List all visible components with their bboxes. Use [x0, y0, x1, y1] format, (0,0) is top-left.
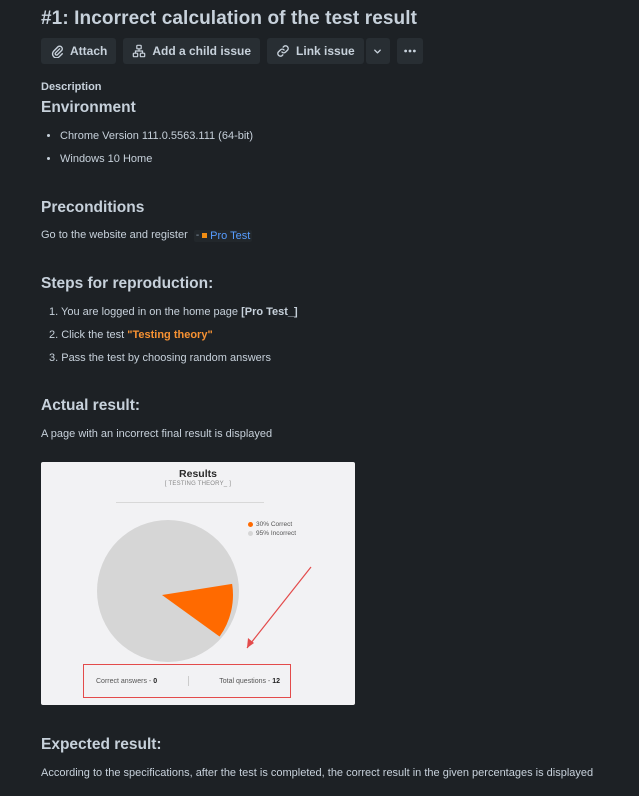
step-text: 2. Click the test	[49, 329, 128, 341]
list-item: 2. Click the test "Testing theory"	[49, 327, 298, 350]
more-actions-button[interactable]	[396, 38, 423, 64]
chevron-down-icon	[372, 46, 383, 57]
add-child-issue-label: Add a child issue	[152, 44, 252, 58]
steps-heading: Steps for reproduction:	[41, 275, 214, 292]
environment-list: Chrome Version 111.0.5563.111 (64-bit) W…	[60, 128, 253, 174]
link-issue-dropdown-button[interactable]	[365, 38, 390, 64]
actual-result-heading: Actual result:	[41, 397, 141, 414]
preconditions-body: Go to the website and register	[41, 229, 188, 241]
legend-label: 95% Incorrect	[256, 530, 297, 537]
description-label: Description	[41, 81, 102, 93]
issue-title[interactable]: #1: Incorrect calculation of the test re…	[41, 8, 417, 30]
attach-button[interactable]: Attach	[41, 38, 117, 64]
legend-dot-correct	[248, 522, 253, 527]
attach-label: Attach	[70, 44, 108, 58]
link-dash: -	[195, 230, 200, 241]
correct-answers-text: Correct answers - 0	[96, 677, 158, 685]
steps-list: 1. You are logged in on the home page [P…	[49, 304, 298, 373]
actual-result-text: A page with an incorrect final result is…	[41, 428, 273, 440]
list-item: 1. You are logged in on the home page [P…	[49, 304, 298, 327]
preconditions-heading: Preconditions	[41, 199, 145, 216]
paperclip-icon	[50, 44, 64, 58]
expected-result-heading: Expected result:	[41, 736, 162, 753]
issue-toolbar: Attach Add a child issue Link issue	[41, 38, 423, 64]
preconditions-text: Go to the website and register - Pro Tes…	[41, 229, 253, 242]
step-highlight-text: "Testing theory"	[127, 329, 213, 341]
hierarchy-icon	[132, 44, 146, 58]
list-item: Windows 10 Home	[60, 151, 253, 174]
link-icon	[276, 44, 290, 58]
annotation-arrow-line	[246, 566, 312, 649]
add-child-issue-button[interactable]: Add a child issue	[123, 38, 261, 64]
expected-result-text: According to the specifications, after t…	[41, 767, 594, 779]
list-item: 3. Pass the test by choosing random answ…	[49, 350, 298, 373]
link-issue-button[interactable]: Link issue	[267, 38, 364, 64]
pro-test-link-text[interactable]: Pro Test	[210, 230, 250, 242]
list-item: Chrome Version 111.0.5563.111 (64-bit)	[60, 128, 253, 151]
legend-item: 30% Correct	[248, 520, 296, 529]
step-text: 3. Pass the test by choosing random answ…	[49, 352, 271, 364]
step-text: 1. You are logged in on the home page	[49, 306, 242, 318]
results-screenshot[interactable]: Results [ TESTING THEORY_ ] 30% Correct …	[41, 462, 355, 705]
total-questions-text: Total questions - 12	[219, 677, 280, 685]
legend-dot-incorrect	[248, 531, 253, 536]
divider	[187, 676, 189, 686]
more-icon	[403, 44, 417, 58]
results-summary-highlight: Correct answers - 0 Total questions - 12	[83, 664, 291, 698]
link-issue-split-button: Link issue	[267, 38, 390, 64]
pro-test-link[interactable]: - Pro Test	[193, 229, 253, 242]
site-favicon-icon	[202, 233, 208, 238]
step-bold-text: [Pro Test_]	[241, 306, 298, 318]
legend-label: 30% Correct	[256, 521, 293, 528]
environment-heading: Environment	[41, 99, 136, 116]
annotation-arrow-head	[247, 638, 254, 648]
chart-legend: 30% Correct 95% Incorrect	[248, 520, 296, 538]
link-issue-label: Link issue	[296, 44, 355, 58]
legend-item: 95% Incorrect	[248, 529, 296, 538]
